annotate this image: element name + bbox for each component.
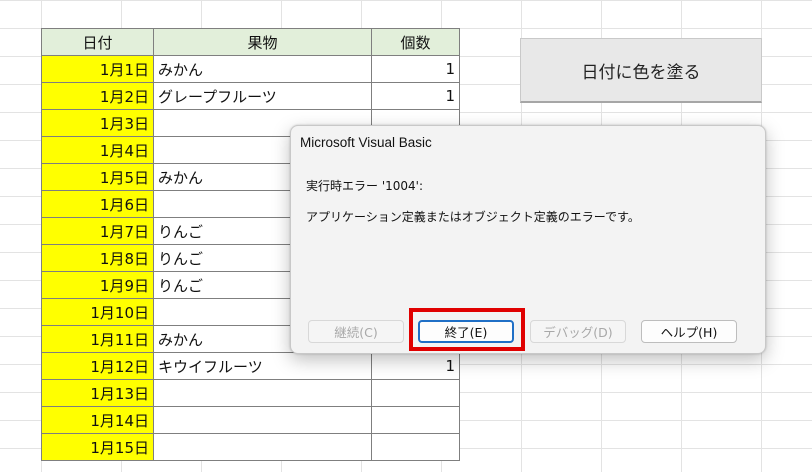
date-cell[interactable]: 1月11日 (41, 325, 154, 353)
fruit-cell[interactable]: キウイフルーツ (153, 352, 372, 380)
date-cell[interactable]: 1月12日 (41, 352, 154, 380)
help-button[interactable]: ヘルプ(H) (641, 320, 737, 343)
table-row: 1月12日 キウイフルーツ 1 (41, 352, 460, 380)
count-cell[interactable]: 1 (371, 82, 460, 110)
date-cell[interactable]: 1月7日 (41, 217, 154, 245)
count-cell[interactable] (371, 379, 460, 407)
table-row: 1月15日 (41, 433, 460, 461)
dialog-title: Microsoft Visual Basic (300, 135, 432, 150)
continue-button[interactable]: 継続(C) (308, 320, 404, 343)
fruit-cell[interactable] (153, 406, 372, 434)
debug-button[interactable]: デバッグ(D) (530, 320, 626, 343)
date-cell[interactable]: 1月5日 (41, 163, 154, 191)
count-cell[interactable]: 1 (371, 55, 460, 83)
date-cell[interactable]: 1月10日 (41, 298, 154, 326)
fruit-cell[interactable]: みかん (153, 55, 372, 83)
table-row: 1月14日 (41, 406, 460, 434)
color-dates-macro-button[interactable]: 日付に色を塗る (520, 38, 762, 103)
macro-button-label: 日付に色を塗る (581, 62, 701, 83)
table-row: 1月13日 (41, 379, 460, 407)
date-cell[interactable]: 1月9日 (41, 271, 154, 299)
error-code-text: 実行時エラー '1004': (306, 179, 423, 193)
error-message-text: アプリケーション定義またはオブジェクト定義のエラーです。 (306, 210, 640, 224)
date-cell[interactable]: 1月6日 (41, 190, 154, 218)
count-cell[interactable] (371, 406, 460, 434)
table-row: 1月1日 みかん 1 (41, 55, 460, 83)
date-cell[interactable]: 1月4日 (41, 136, 154, 164)
header-date[interactable]: 日付 (41, 28, 154, 56)
fruit-cell[interactable] (153, 379, 372, 407)
header-count[interactable]: 個数 (371, 28, 460, 56)
date-cell[interactable]: 1月13日 (41, 379, 154, 407)
fruit-cell[interactable] (153, 433, 372, 461)
date-cell[interactable]: 1月3日 (41, 109, 154, 137)
end-button-highlight (409, 308, 525, 351)
date-cell[interactable]: 1月2日 (41, 82, 154, 110)
dialog-body: 実行時エラー '1004': アプリケーション定義またはオブジェクト定義のエラー… (306, 171, 640, 233)
vba-error-dialog: Microsoft Visual Basic 実行時エラー '1004': アプ… (290, 125, 766, 354)
date-cell[interactable]: 1月15日 (41, 433, 154, 461)
count-cell[interactable] (371, 433, 460, 461)
table-row: 1月2日 グレープフルーツ 1 (41, 82, 460, 110)
fruit-cell[interactable]: グレープフルーツ (153, 82, 372, 110)
header-row: 日付 果物 個数 (41, 28, 460, 56)
date-cell[interactable]: 1月8日 (41, 244, 154, 272)
date-cell[interactable]: 1月14日 (41, 406, 154, 434)
date-cell[interactable]: 1月1日 (41, 55, 154, 83)
count-cell[interactable]: 1 (371, 352, 460, 380)
header-fruit[interactable]: 果物 (153, 28, 372, 56)
